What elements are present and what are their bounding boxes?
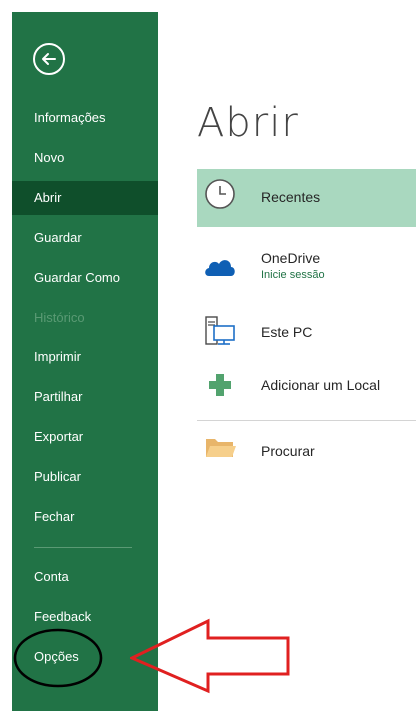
place-label: Procurar [261, 443, 315, 459]
place-adicionar-local[interactable]: Adicionar um Local [197, 358, 416, 416]
sidebar-item-partilhar[interactable]: Partilhar [12, 380, 158, 414]
place-este-pc[interactable]: Este PC [197, 304, 416, 362]
page-title: Abrir [197, 100, 299, 146]
sidebar-item-exportar[interactable]: Exportar [12, 420, 158, 454]
place-label: OneDrive [261, 250, 321, 266]
sidebar-item-publicar[interactable]: Publicar [12, 460, 158, 494]
places-divider [197, 420, 416, 421]
sidebar-item-historico: Histórico [34, 310, 85, 325]
sidebar-item-guardar[interactable]: Guardar [12, 221, 158, 255]
back-button[interactable] [33, 43, 65, 75]
sidebar-item-novo[interactable]: Novo [12, 141, 158, 175]
place-label: Adicionar um Local [261, 377, 381, 393]
back-arrow-icon [42, 53, 56, 65]
place-onedrive[interactable]: OneDrive Inicie sessão [197, 240, 416, 298]
clock-icon [205, 179, 235, 209]
highlight-ellipse [13, 628, 103, 688]
place-label: Este PC [261, 324, 313, 340]
sidebar-item-abrir[interactable]: Abrir [12, 181, 158, 215]
sidebar-divider [34, 547, 132, 548]
sidebar-item-imprimir[interactable]: Imprimir [12, 340, 158, 374]
place-recentes[interactable]: Recentes [197, 169, 416, 227]
sidebar-item-guardar-como[interactable]: Guardar Como [12, 261, 158, 295]
plus-icon [209, 374, 231, 396]
annotation-arrow [130, 618, 290, 694]
backstage-sidebar: Informações Novo Abrir Guardar Guardar C… [12, 12, 158, 711]
folder-icon [206, 439, 236, 457]
place-sublabel[interactable]: Inicie sessão [261, 269, 325, 281]
sidebar-item-fechar[interactable]: Fechar [12, 500, 158, 534]
place-label: Recentes [261, 189, 321, 205]
sidebar-item-informacoes[interactable]: Informações [12, 101, 158, 135]
computer-icon [205, 316, 235, 345]
sidebar-item-conta[interactable]: Conta [12, 560, 158, 594]
place-procurar[interactable]: Procurar [197, 422, 416, 480]
onedrive-cloud-icon [205, 260, 235, 276]
